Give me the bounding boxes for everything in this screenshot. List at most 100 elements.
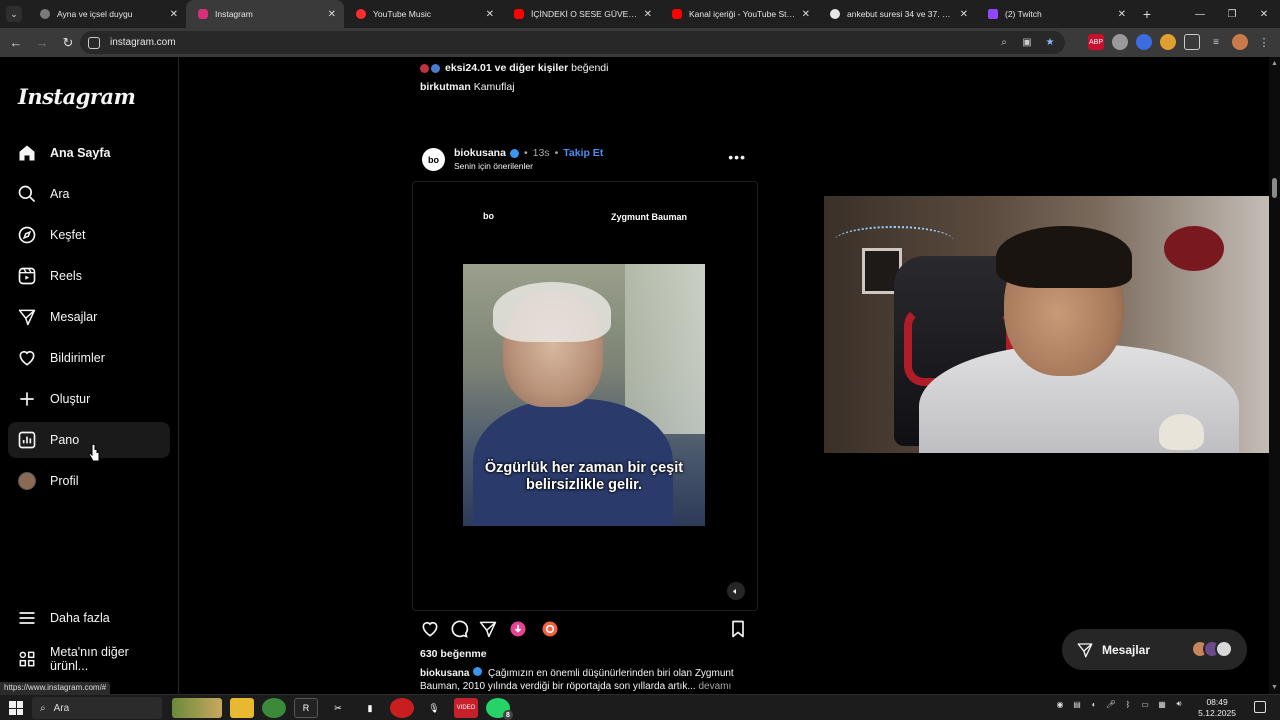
close-icon[interactable]: ✕: [644, 9, 652, 20]
video-frame[interactable]: Özgürlük her zaman bir çeşit belirsizlik…: [463, 264, 705, 526]
page-scrollbar[interactable]: ▲ ▼: [1269, 57, 1280, 694]
verified-badge-icon: [473, 667, 483, 676]
new-tab-button[interactable]: +: [1134, 0, 1160, 28]
scroll-down-icon[interactable]: ▼: [1271, 684, 1278, 691]
whatsapp-icon[interactable]: 8: [486, 698, 513, 720]
browser-tab[interactable]: Ayna ve içsel duygu ✕: [28, 0, 186, 28]
close-icon[interactable]: ✕: [960, 9, 968, 20]
puzzle-icon[interactable]: [1184, 34, 1200, 50]
tab-favicon-icon: [40, 9, 50, 19]
sidebar-item-messages[interactable]: Mesajlar: [8, 299, 170, 335]
liked-by-user-link[interactable]: eksi24.01: [445, 62, 492, 74]
comment-username-link[interactable]: birkutman: [420, 81, 471, 93]
comment-button[interactable]: [449, 619, 469, 639]
close-icon[interactable]: ✕: [1118, 9, 1126, 20]
chrome-icon[interactable]: [262, 698, 286, 718]
instagram-logo[interactable]: Instagram: [18, 84, 136, 109]
kebab-menu-icon[interactable]: ⋮: [1256, 34, 1272, 50]
browser-tab[interactable]: YouTube Music ✕: [344, 0, 502, 28]
browser-tab-active[interactable]: Instagram ✕: [186, 0, 344, 28]
browser-tab[interactable]: İÇİNDEKİ O SESE GÜVENİ TEHLİ ✕: [502, 0, 660, 28]
close-window-button[interactable]: ✕: [1248, 0, 1280, 28]
sidebar-item-label: Bildirimler: [50, 351, 105, 365]
taskbar-search[interactable]: ⌕ Ara: [32, 697, 162, 719]
post-username-link[interactable]: biokusana: [454, 147, 506, 159]
post-media[interactable]: bo Zygmunt Bauman Özgürlük her zaman bir…: [412, 181, 758, 611]
network-icon[interactable]: ▦: [1157, 699, 1167, 709]
sidebar-item-profile[interactable]: Profil: [8, 463, 170, 499]
liked-by-others-link[interactable]: ve diğer kişiler: [495, 62, 569, 74]
app-icon[interactable]: ▮: [358, 698, 382, 718]
sidebar-item-more[interactable]: Daha fazla: [8, 600, 170, 636]
close-icon[interactable]: ✕: [328, 9, 336, 20]
tray-app-icon[interactable]: ◐: [1089, 699, 1099, 709]
restore-button[interactable]: ❐: [1216, 0, 1248, 28]
close-icon[interactable]: ✕: [486, 9, 494, 20]
tray-app-icon[interactable]: ◉: [1055, 699, 1065, 709]
extension-icon[interactable]: [1136, 34, 1152, 50]
tab-title: Ayna ve içsel duygu: [57, 9, 133, 19]
more-options-icon[interactable]: •••: [728, 149, 746, 165]
bluetooth-icon[interactable]: ᛒ: [1123, 699, 1133, 709]
extension-icon[interactable]: [1112, 34, 1128, 50]
close-icon[interactable]: ✕: [802, 9, 810, 20]
profile-avatar-icon[interactable]: [1232, 34, 1248, 50]
install-app-icon[interactable]: ▣: [1020, 35, 1034, 49]
forward-button[interactable]: →: [30, 31, 54, 55]
notifications-icon[interactable]: [1254, 701, 1266, 713]
close-icon[interactable]: ✕: [170, 9, 178, 20]
scroll-up-icon[interactable]: ▲: [1271, 60, 1278, 67]
follow-button[interactable]: Takip Et: [563, 147, 603, 159]
obs-icon[interactable]: [390, 698, 414, 718]
site-info-icon[interactable]: [88, 36, 100, 49]
caption-username-link[interactable]: biokusana: [420, 668, 469, 679]
browser-tab[interactable]: Kanal içeriği - YouTube Studio ✕: [660, 0, 818, 28]
bookmark-star-icon[interactable]: ★: [1043, 35, 1057, 49]
browser-tab[interactable]: (2) Twitch ✕: [976, 0, 1134, 28]
display-icon[interactable]: ▭: [1140, 699, 1150, 709]
zoom-icon[interactable]: ⌕: [997, 35, 1011, 49]
video-editor-icon[interactable]: VIDEO: [454, 698, 478, 718]
scrollbar-thumb[interactable]: [1272, 178, 1277, 198]
sound-toggle-icon[interactable]: 🔈︎: [727, 582, 745, 600]
sidebar-item-explore[interactable]: Keşfet: [8, 217, 170, 253]
sidebar-item-create[interactable]: Oluştur: [8, 381, 170, 417]
widgets-icon[interactable]: [172, 698, 222, 718]
sidebar-item-search[interactable]: Ara: [8, 176, 170, 212]
share-button[interactable]: [478, 619, 498, 639]
boost-button[interactable]: [508, 619, 528, 639]
adblock-icon[interactable]: ABP: [1088, 34, 1104, 50]
post-avatar[interactable]: bo: [422, 148, 445, 171]
caption-more-link[interactable]: devamı: [698, 681, 731, 692]
back-button[interactable]: ←: [4, 31, 28, 55]
tab-search-button[interactable]: ⌄: [0, 0, 28, 28]
sidebar-item-notifications[interactable]: Bildirimler: [8, 340, 170, 376]
sidebar-item-label: Ara: [50, 187, 70, 201]
windows-start-icon[interactable]: [9, 701, 23, 715]
sidebar-item-meta-apps[interactable]: Meta'nın diğer ürünl...: [8, 641, 170, 677]
volume-icon[interactable]: 🔊︎: [1174, 699, 1184, 709]
tab-title: İÇİNDEKİ O SESE GÜVENİ TEHLİ: [531, 9, 638, 19]
save-button[interactable]: [728, 619, 748, 639]
avatar: [420, 63, 429, 73]
like-button[interactable]: [420, 619, 440, 639]
microphone-icon[interactable]: 🎤︎: [1106, 699, 1116, 709]
media-control-icon[interactable]: ≡: [1208, 34, 1224, 50]
likes-count[interactable]: 630 beğenme: [420, 648, 487, 660]
reload-button[interactable]: ↻: [56, 31, 80, 55]
webcam-overlay: [824, 196, 1280, 453]
sidebar-item-reels[interactable]: Reels: [8, 258, 170, 294]
capcut-icon[interactable]: ✂: [326, 698, 350, 718]
taskbar-clock[interactable]: 08:49 5.12.2025: [1198, 697, 1236, 719]
app-r-icon[interactable]: R: [294, 698, 318, 718]
address-bar[interactable]: instagram.com ⌕ ▣ ★: [80, 31, 1065, 54]
tray-app-icon[interactable]: ▤: [1072, 699, 1082, 709]
file-explorer-icon[interactable]: [230, 698, 254, 718]
sidebar-item-home[interactable]: Ana Sayfa: [8, 135, 170, 171]
browser-tab[interactable]: ankebut suresi 34 ve 37. ayetler ✕: [818, 0, 976, 28]
minimize-button[interactable]: —: [1184, 0, 1216, 28]
extension-icon[interactable]: [1160, 34, 1176, 50]
microphone-app-icon[interactable]: 🎙︎: [422, 698, 446, 718]
remix-button[interactable]: [540, 619, 560, 639]
messages-pill-button[interactable]: Mesajlar: [1062, 629, 1247, 670]
